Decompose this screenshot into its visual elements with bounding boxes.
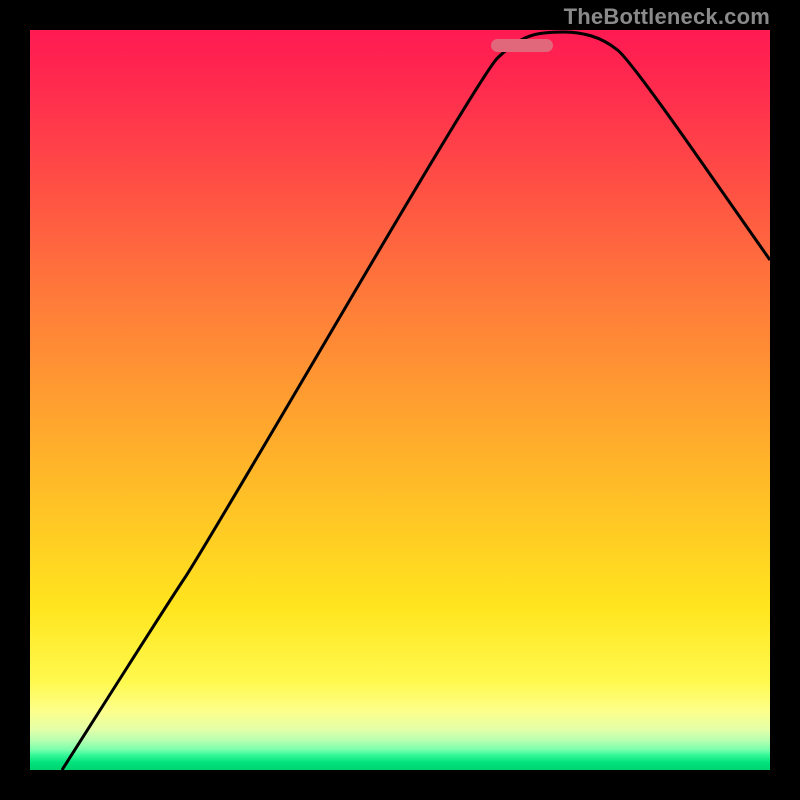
bottleneck-curve-path: [62, 32, 770, 770]
watermark-text: TheBottleneck.com: [564, 4, 770, 30]
optimal-marker-pill: [491, 39, 553, 52]
chart-curve: [30, 30, 770, 770]
chart-frame: [30, 30, 770, 770]
